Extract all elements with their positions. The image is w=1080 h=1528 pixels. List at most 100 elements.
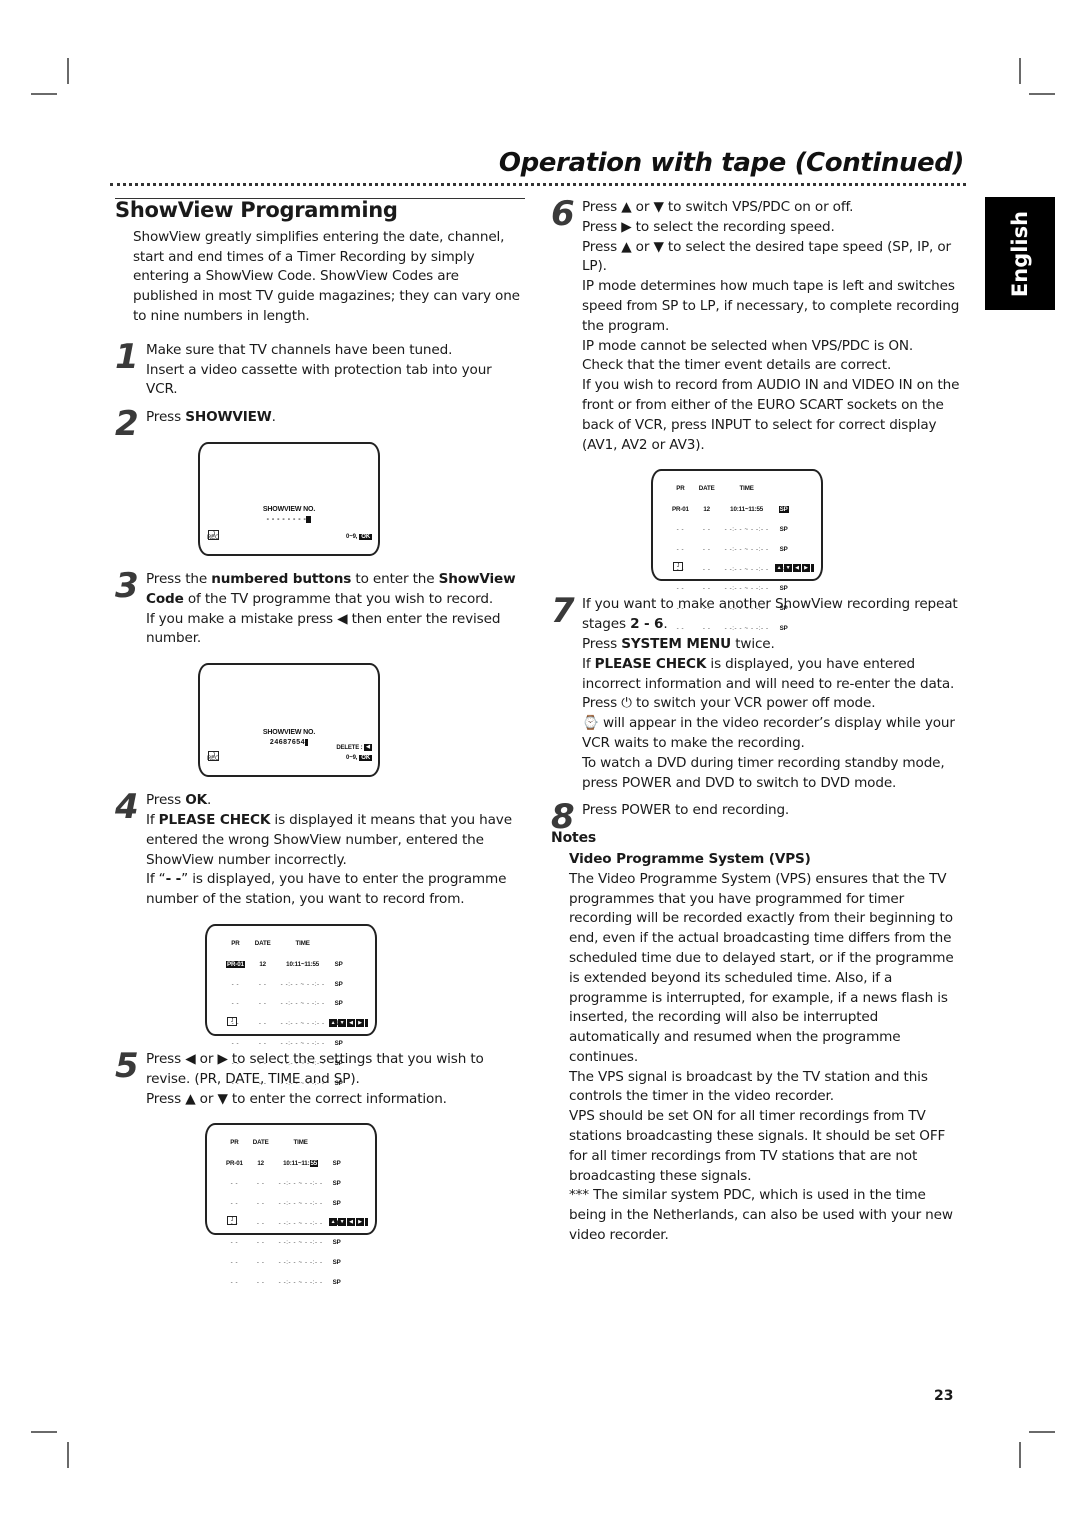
step-number: 1 xyxy=(115,336,139,377)
table-row: PR-01 12 10:11~11:55 SP xyxy=(221,955,348,975)
ok-key-icon: OK xyxy=(359,755,372,762)
right-key-icon: ▶ xyxy=(356,1218,364,1227)
crop-mark xyxy=(1019,1442,1021,1468)
col-header xyxy=(774,479,794,500)
cell-pr: - - xyxy=(230,1179,239,1187)
step-text: Press POWER to end recording. xyxy=(582,802,790,819)
cell-pr: PR-01 xyxy=(221,955,250,975)
cell-speed: SP xyxy=(779,545,788,553)
text: If “ xyxy=(146,871,166,888)
crop-mark xyxy=(31,93,57,95)
osd-showview-filled: SHOWVIEW NO. 24687654 J REC DELETE : ◀ 0… xyxy=(198,663,380,778)
speed-value: SP xyxy=(334,960,343,968)
step-text: If you wish to record from AUDIO IN and … xyxy=(582,377,960,453)
text: twice. xyxy=(731,635,775,652)
osd-timer-table-pr-selected: PR DATE TIME PR-01 12 10:11~11:55 SP - -- --… xyxy=(205,923,377,1087)
osd-timer-table-time-selected: PR DATE TIME PR-01 12 10:11~11:55 SP - -- --… xyxy=(205,1123,377,1286)
pr-value: PR-01 xyxy=(672,506,689,514)
step-text: Press ▶ to select the recording speed. xyxy=(582,218,835,235)
cell-time: 10:11~11:55 xyxy=(720,500,774,520)
timer-table: PR DATE TIME PR-01 12 10:11~11:55 SP - -- --… xyxy=(221,1133,346,1292)
col-header: TIME xyxy=(739,485,754,493)
table-row: - -- -- -:- - ~ - -:- -SP xyxy=(667,520,794,540)
col-header: PR xyxy=(231,939,240,947)
cell-date: - - xyxy=(256,1179,265,1187)
step-6: 6 Press ▲ or ▼ to switch VPS/PDC on or o… xyxy=(551,194,963,455)
step-text: If PLEASE CHECK is displayed, you have e… xyxy=(582,655,963,695)
cell-date: - - xyxy=(256,1219,265,1227)
cell-date: - - xyxy=(258,1020,267,1028)
cell-time: 10:11~11:55 xyxy=(276,955,330,975)
osd-value: - - - - - - - - xyxy=(200,510,378,530)
col-header xyxy=(330,934,348,955)
text: . xyxy=(271,409,276,426)
cell-pr: - - xyxy=(230,1259,239,1267)
up-key-icon: ▲ xyxy=(775,564,783,573)
code-placeholder: - - - - - - - - xyxy=(266,515,307,523)
table-row: PR-01 12 10:11~11:55 SP xyxy=(221,1154,346,1174)
time-value: 10:11~11:55 xyxy=(730,506,764,514)
cell-time: - -:- - ~ - -:- - xyxy=(278,1278,323,1286)
step-number: 2 xyxy=(115,404,139,445)
right-key-icon: ▶ xyxy=(356,1018,364,1027)
down-key-icon: ▼ xyxy=(338,1018,346,1027)
cursor-icon xyxy=(305,738,309,746)
cell-time: - -:- - ~ - -:- - xyxy=(724,525,769,533)
right-key-icon: ▶ xyxy=(802,564,810,573)
cell-date: 12 xyxy=(257,1160,264,1168)
step-number: 7 xyxy=(551,591,575,632)
step-number: 8 xyxy=(551,797,575,838)
time-value: 10:11~11: xyxy=(283,1160,310,1168)
bold-text: SYSTEM MENU xyxy=(621,635,732,652)
col-header: PR xyxy=(676,485,685,493)
cell-date: 12 xyxy=(703,506,710,514)
cell-speed: SP xyxy=(332,1179,341,1187)
notes-paragraph: *** The similar system PDC, which is use… xyxy=(569,1187,953,1244)
hint-text: 0~9, xyxy=(346,534,358,541)
notes: Notes Video Programme System (VPS) The V… xyxy=(551,829,963,1246)
cell-time: - -:- - ~ - -:- - xyxy=(278,1179,323,1187)
table-row: - -- -- -:- - ~ - -:- -SP xyxy=(221,994,348,1014)
speed-value: SP xyxy=(778,506,789,514)
bold-text: OK xyxy=(185,792,207,809)
cell-time: - -:- - ~ - -:- - xyxy=(724,565,769,573)
cell-time: - -:- - ~ - -:- - xyxy=(280,980,325,988)
step-text: If “- -” is displayed, you have to enter… xyxy=(146,870,527,910)
cell-time: - -:- - ~ - -:- - xyxy=(280,1020,325,1028)
ok-key-icon: OK xyxy=(359,534,372,541)
col-header: PR xyxy=(230,1139,239,1147)
cell-speed: SP xyxy=(332,1239,341,1247)
table-row: - -- -- -:- - ~ - -:- -SP xyxy=(221,1214,346,1234)
text: Press the xyxy=(146,570,212,587)
text: . xyxy=(663,616,668,633)
cell-speed: SP xyxy=(332,1278,341,1286)
ok-key-icon xyxy=(365,1218,368,1227)
table-row: - -- -- -:- - ~ - -:- -SP xyxy=(221,1194,346,1214)
step-text: Press SYSTEM MENU twice. xyxy=(582,635,963,655)
osd-showview-empty: SHOWVIEW NO. - - - - - - - - J REC 0~9, O… xyxy=(198,441,380,556)
cell-date: - - xyxy=(256,1278,265,1286)
cell-time: - -:- - ~ - -:- - xyxy=(278,1219,323,1227)
cell-pr: - - xyxy=(230,1239,239,1247)
step-text: Press ◀ or ▶ to select the settings that… xyxy=(146,1050,484,1087)
bold-text: numbered buttons xyxy=(211,570,352,587)
cell-date: - - xyxy=(256,1199,265,1207)
cell-pr: - - xyxy=(676,525,685,533)
step-text: To watch a DVD during timer recording st… xyxy=(582,754,945,791)
cell-time: - -:- - ~ - -:- - xyxy=(278,1199,323,1207)
step-8: 8 Press POWER to end recording. xyxy=(551,800,963,834)
cell-pr: - - xyxy=(231,1000,240,1008)
col-header xyxy=(328,1133,346,1154)
header-divider xyxy=(110,183,966,186)
hint-text: 0~9, xyxy=(346,755,358,762)
timer-icon: J xyxy=(673,562,683,572)
step-text: Insert a video cassette with protection … xyxy=(146,361,492,398)
text: to enter the xyxy=(351,570,439,587)
bold-text: - - xyxy=(165,871,182,888)
crop-mark xyxy=(1029,93,1055,95)
ok-key-icon xyxy=(811,564,814,573)
step-number: 6 xyxy=(551,194,575,234)
col-header: DATE xyxy=(698,485,715,493)
cell-date: - - xyxy=(702,565,711,573)
notes-title: Notes xyxy=(551,830,597,847)
